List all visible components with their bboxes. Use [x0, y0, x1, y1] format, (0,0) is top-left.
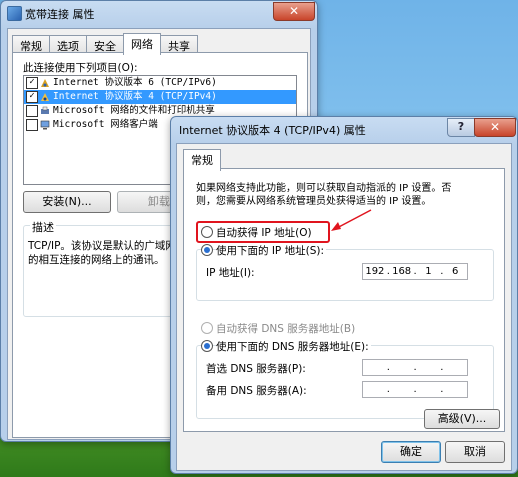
preferred-dns-input[interactable]: . . . [362, 359, 468, 376]
ip-address-input[interactable]: 192 . 168 . 1 . 6 [362, 263, 468, 280]
auto-ip-radio[interactable] [201, 226, 213, 238]
advanced-button[interactable]: 高级(V)... [424, 409, 500, 429]
dns-octet [390, 360, 414, 375]
manual-ip-radio[interactable] [201, 244, 213, 256]
item-label: Internet 协议版本 6 (TCP/IPv6) [53, 77, 217, 88]
preferred-dns-label: 首选 DNS 服务器(P): [206, 363, 306, 375]
protocol-icon [40, 78, 50, 88]
printer-sharing-icon [40, 106, 50, 116]
description-line-1: TCP/IP。该协议是默认的广域网 [28, 240, 176, 252]
close-button[interactable]: ✕ [474, 118, 516, 137]
help-button[interactable]: ? [447, 118, 475, 137]
ok-button[interactable]: 确定 [381, 441, 441, 463]
item-checkbox[interactable]: ✓ [26, 77, 38, 89]
back-window-titlebar[interactable]: 宽带连接 属性 ✕ [1, 1, 317, 25]
dns-octet [417, 382, 441, 397]
network-client-icon [40, 120, 50, 130]
protocol-icon [40, 92, 50, 102]
auto-dns-label: 自动获得 DNS 服务器地址(B) [216, 323, 356, 335]
auto-dns-radio[interactable] [201, 322, 213, 334]
dns-octet [443, 360, 467, 375]
cancel-button[interactable]: 取消 [445, 441, 505, 463]
manual-ip-label: 使用下面的 IP 地址(S): [216, 243, 326, 258]
back-window-title: 宽带连接 属性 [25, 8, 95, 21]
front-window-tabs: 常规 [183, 149, 221, 171]
ip-octet-1: 192 [365, 266, 385, 277]
description-title: 描述 [30, 219, 56, 235]
item-checkbox[interactable] [26, 105, 38, 117]
close-button[interactable]: ✕ [273, 2, 315, 21]
item-label: Microsoft 网络客户端 [53, 119, 158, 130]
tab-general[interactable]: 常规 [183, 149, 221, 171]
general-panel: 如果网络支持此功能，则可以获取自动指派的 IP 设置。否 则，您需要从网络系统管… [183, 168, 505, 432]
ipv4-properties-window: Internet 协议版本 4 (TCP/IPv4) 属性 ? ✕ 常规 如果网… [170, 116, 518, 474]
item-checkbox[interactable]: ✓ [26, 91, 38, 103]
dns-octet [363, 382, 387, 397]
front-window-titlebar[interactable]: Internet 协议版本 4 (TCP/IPv4) 属性 ? ✕ [171, 117, 517, 141]
tab-networking[interactable]: 网络 [123, 33, 161, 55]
back-window-tabs: 常规 选项 安全 网络 共享 [12, 33, 198, 55]
dns-octet [417, 360, 441, 375]
ip-octet-4: 6 [451, 266, 459, 277]
alternate-dns-label: 备用 DNS 服务器(A): [206, 385, 307, 397]
ip-octet-3: 1 [425, 266, 432, 277]
intro-text-line-2: 则，您需要从网络系统管理员处获得适当的 IP 设置。 [196, 196, 432, 207]
manual-dns-label: 使用下面的 DNS 服务器地址(E): [216, 339, 371, 354]
description-line-2: 的相互连接的网络上的通讯。 [28, 254, 165, 266]
list-item[interactable]: ✓ Internet 协议版本 4 (TCP/IPv4) [24, 90, 296, 104]
ip-address-label: IP 地址(I): [206, 267, 255, 279]
item-label: Internet 协议版本 4 (TCP/IPv4) [53, 91, 217, 102]
install-button[interactable]: 安装(N)... [23, 191, 111, 213]
dns-octet [390, 382, 414, 397]
manual-dns-radio[interactable] [201, 340, 213, 352]
network-connection-icon [7, 6, 22, 21]
list-item[interactable]: ✓ Internet 协议版本 6 (TCP/IPv6) [24, 76, 296, 90]
auto-ip-label: 自动获得 IP 地址(O) [216, 227, 312, 239]
items-label: 此连接使用下列项目(O): [23, 62, 138, 74]
item-checkbox[interactable] [26, 119, 38, 131]
annotation-arrow [331, 209, 372, 231]
dns-octet [443, 382, 467, 397]
alternate-dns-input[interactable]: . . . [362, 381, 468, 398]
front-window-title: Internet 协议版本 4 (TCP/IPv4) 属性 [179, 124, 366, 137]
ip-octet-2: 168 [392, 266, 412, 277]
front-window-client: 常规 如果网络支持此功能，则可以获取自动指派的 IP 设置。否 则，您需要从网络… [176, 143, 512, 471]
dns-octet [363, 360, 387, 375]
